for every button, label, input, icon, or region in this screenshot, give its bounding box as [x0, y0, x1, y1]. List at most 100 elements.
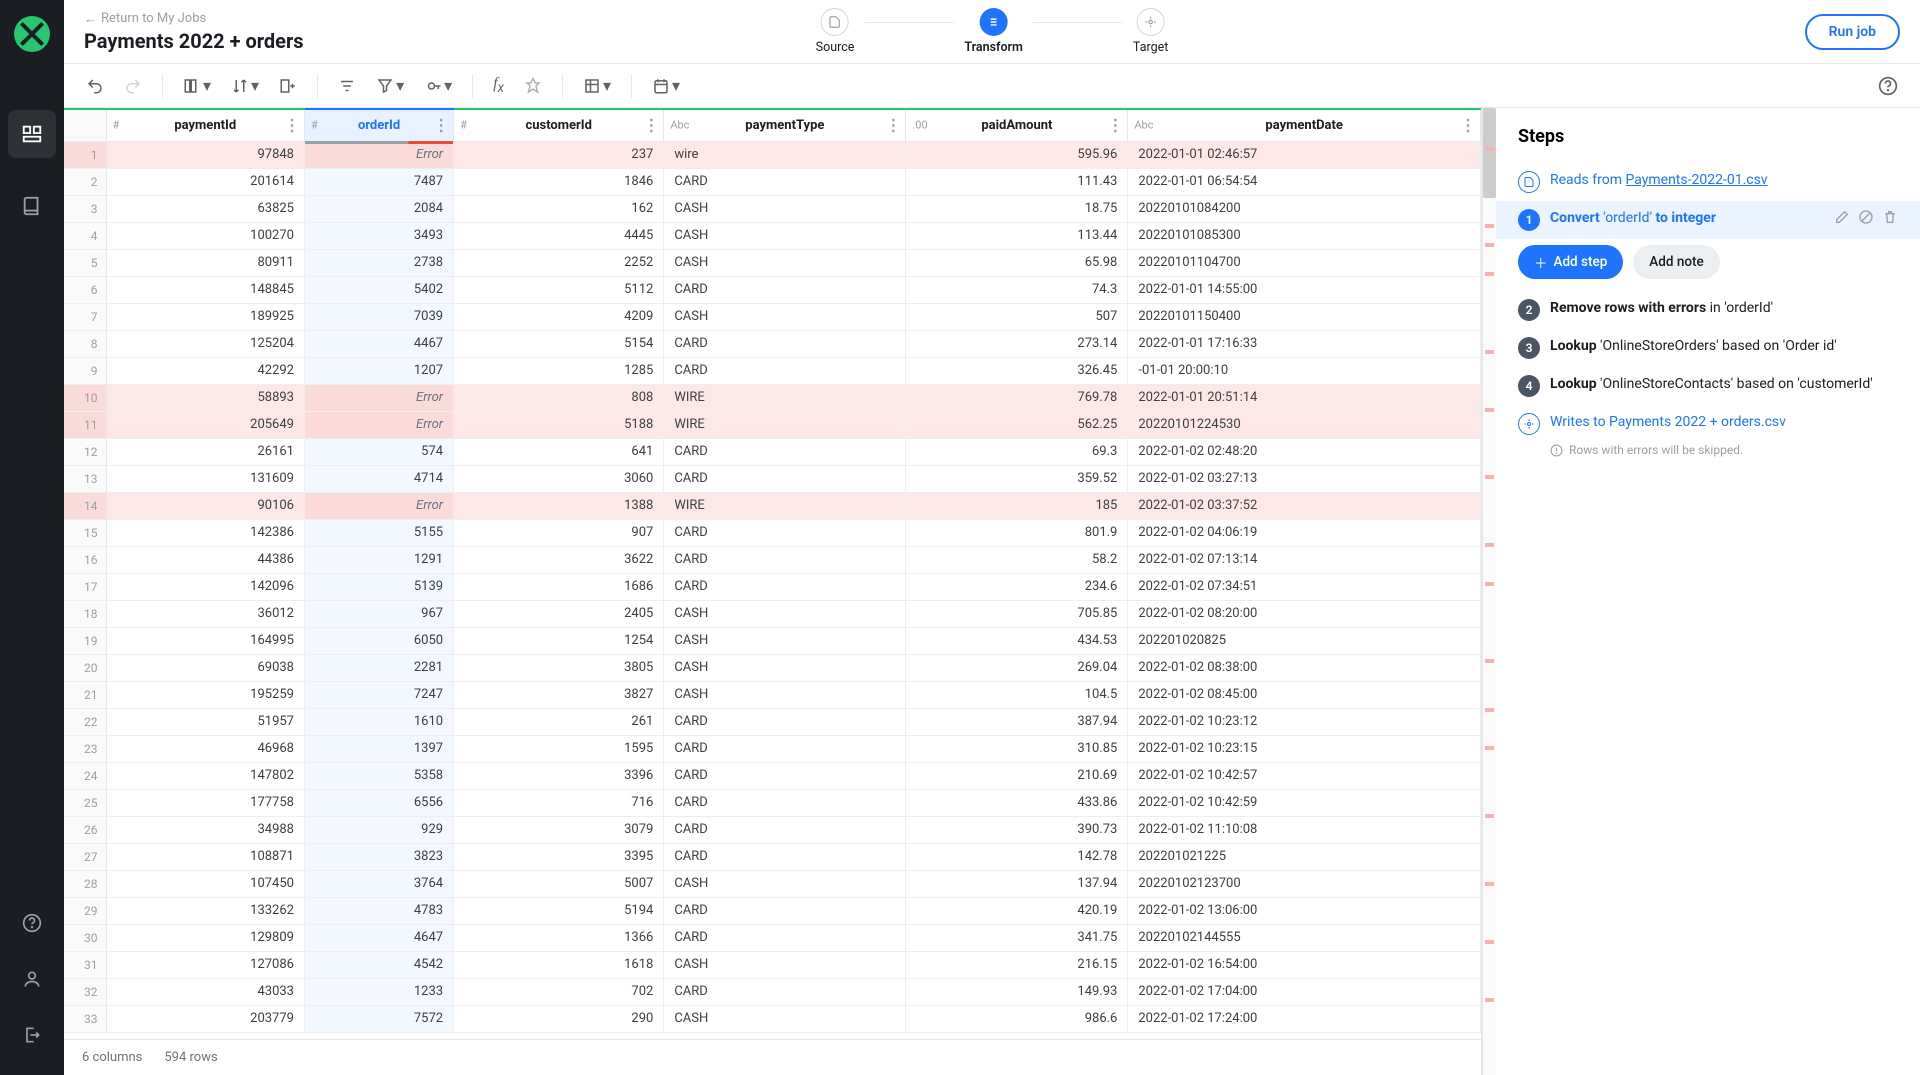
cell[interactable]: 2405	[454, 600, 664, 627]
cell[interactable]: 4467	[304, 330, 453, 357]
cell[interactable]: 1291	[304, 546, 453, 573]
table-row[interactable]: 1714209651391686CARD234.62022-01-02 07:3…	[64, 573, 1481, 600]
cell[interactable]: 507	[906, 303, 1128, 330]
table-row[interactable]: 206903822813805CASH269.042022-01-02 08:3…	[64, 654, 1481, 681]
cell[interactable]: 3805	[454, 654, 664, 681]
cell[interactable]: CASH	[664, 600, 906, 627]
cell[interactable]: 1846	[454, 168, 664, 195]
cell[interactable]: 2022-01-02 17:24:00	[1128, 1005, 1481, 1032]
cell[interactable]: 1610	[304, 708, 453, 735]
cell[interactable]: 2022-01-01 17:16:33	[1128, 330, 1481, 357]
cell[interactable]: 133262	[106, 897, 304, 924]
logout-icon[interactable]	[8, 1011, 56, 1059]
table-row[interactable]: 2414780253583396CARD210.692022-01-02 10:…	[64, 762, 1481, 789]
table-row[interactable]: 26349889293079CARD390.732022-01-02 11:10…	[64, 816, 1481, 843]
column-header-orderId[interactable]: #orderId⋮	[304, 109, 453, 141]
cell[interactable]: 1285	[454, 357, 664, 384]
table-row[interactable]: 1916499560501254CASH434.53202201020825	[64, 627, 1481, 654]
cell[interactable]: 2281	[304, 654, 453, 681]
cell[interactable]: 137.94	[906, 870, 1128, 897]
pin-button[interactable]	[516, 71, 550, 101]
help-icon[interactable]	[8, 899, 56, 947]
add-note-button[interactable]: Add note	[1633, 245, 1719, 279]
cell[interactable]: CARD	[664, 276, 906, 303]
cell[interactable]: 2252	[454, 249, 664, 276]
edit-icon[interactable]	[1834, 209, 1850, 225]
cell[interactable]: CASH	[664, 870, 906, 897]
table-row[interactable]: 2710887138233395CARD142.78202201021225	[64, 843, 1481, 870]
table-row[interactable]: 3012980946471366CARD341.7520220102144555	[64, 924, 1481, 951]
cell[interactable]: 74.3	[906, 276, 1128, 303]
cell[interactable]: 203779	[106, 1005, 304, 1032]
cell[interactable]: 4647	[304, 924, 453, 951]
cell[interactable]: 2022-01-02 02:48:20	[1128, 438, 1481, 465]
cell[interactable]: 769.78	[906, 384, 1128, 411]
table-row[interactable]: 3112708645421618CASH216.152022-01-02 16:…	[64, 951, 1481, 978]
add-step-button[interactable]: ＋Add step	[1518, 245, 1623, 279]
cell[interactable]: 2022-01-02 03:27:13	[1128, 465, 1481, 492]
cell[interactable]: 5155	[304, 519, 453, 546]
cell[interactable]: wire	[664, 141, 906, 168]
column-menu-icon[interactable]: ⋮	[284, 116, 300, 135]
cell[interactable]: 125204	[106, 330, 304, 357]
cell[interactable]: 3395	[454, 843, 664, 870]
filter-rows-button[interactable]	[330, 71, 364, 101]
cell[interactable]: 6050	[304, 627, 453, 654]
cell[interactable]: 113.44	[906, 222, 1128, 249]
column-menu-icon[interactable]: ⋮	[1460, 116, 1476, 135]
column-header-paymentDate[interactable]: AbcpaymentDate⋮	[1128, 109, 1481, 141]
cell[interactable]: 2022-01-01 02:46:57	[1128, 141, 1481, 168]
cell[interactable]: 702	[454, 978, 664, 1005]
table-row[interactable]: 1058893Error808WIRE769.782022-01-01 20:5…	[64, 384, 1481, 411]
cell[interactable]: 2022-01-02 10:42:59	[1128, 789, 1481, 816]
cell[interactable]: 65.98	[906, 249, 1128, 276]
cell[interactable]: 5194	[454, 897, 664, 924]
cell[interactable]: 1254	[454, 627, 664, 654]
column-menu-icon[interactable]: ⋮	[643, 116, 659, 135]
cell[interactable]: 2022-01-02 03:37:52	[1128, 492, 1481, 519]
app-logo[interactable]	[14, 16, 50, 52]
cell[interactable]: 5139	[304, 573, 453, 600]
cell[interactable]: 234.6	[906, 573, 1128, 600]
table-row[interactable]: 718992570394209CASH50720220101150400	[64, 303, 1481, 330]
run-job-button[interactable]: Run job	[1805, 14, 1900, 50]
cell[interactable]: CARD	[664, 357, 906, 384]
cell[interactable]: 149.93	[906, 978, 1128, 1005]
cell[interactable]: 177758	[106, 789, 304, 816]
cell[interactable]: 20220101084200	[1128, 195, 1481, 222]
cell[interactable]: 5402	[304, 276, 453, 303]
table-row[interactable]: 220161474871846CARD111.432022-01-01 06:5…	[64, 168, 1481, 195]
cell[interactable]: 58893	[106, 384, 304, 411]
cell[interactable]: Error	[304, 141, 453, 168]
sort-button[interactable]: ▾	[223, 70, 267, 101]
cell[interactable]: 43033	[106, 978, 304, 1005]
cell[interactable]: CARD	[664, 465, 906, 492]
cell[interactable]: 20220101104700	[1128, 249, 1481, 276]
cell[interactable]: 129809	[106, 924, 304, 951]
cell[interactable]: 142.78	[906, 843, 1128, 870]
cell[interactable]: 3396	[454, 762, 664, 789]
cell[interactable]: 237	[454, 141, 664, 168]
cell[interactable]: WIRE	[664, 384, 906, 411]
cell[interactable]: 2022-01-02 10:42:57	[1128, 762, 1481, 789]
cell[interactable]: 4445	[454, 222, 664, 249]
cell[interactable]: 433.86	[906, 789, 1128, 816]
table-row[interactable]: 234696813971595CARD310.852022-01-02 10:2…	[64, 735, 1481, 762]
table-row[interactable]: 11205649Error5188WIRE562.252022010122453…	[64, 411, 1481, 438]
cell[interactable]: 100270	[106, 222, 304, 249]
cell[interactable]: 5007	[454, 870, 664, 897]
cell[interactable]: 20220101224530	[1128, 411, 1481, 438]
cell[interactable]: Error	[304, 384, 453, 411]
target-file-link[interactable]: Payments 2022 + orders.csv	[1609, 414, 1786, 430]
step-writes-to[interactable]: Writes to Payments 2022 + orders.csv	[1518, 405, 1898, 443]
cell[interactable]: Error	[304, 492, 453, 519]
table-row[interactable]: 614884554025112CARD74.32022-01-01 14:55:…	[64, 276, 1481, 303]
redo-button[interactable]	[116, 71, 150, 101]
cell[interactable]: 3060	[454, 465, 664, 492]
cell[interactable]: 5358	[304, 762, 453, 789]
cell[interactable]: 185	[906, 492, 1128, 519]
cell[interactable]: 46968	[106, 735, 304, 762]
cell[interactable]: 7247	[304, 681, 453, 708]
columns-button[interactable]: ▾	[175, 70, 219, 101]
cell[interactable]: 20220102123700	[1128, 870, 1481, 897]
